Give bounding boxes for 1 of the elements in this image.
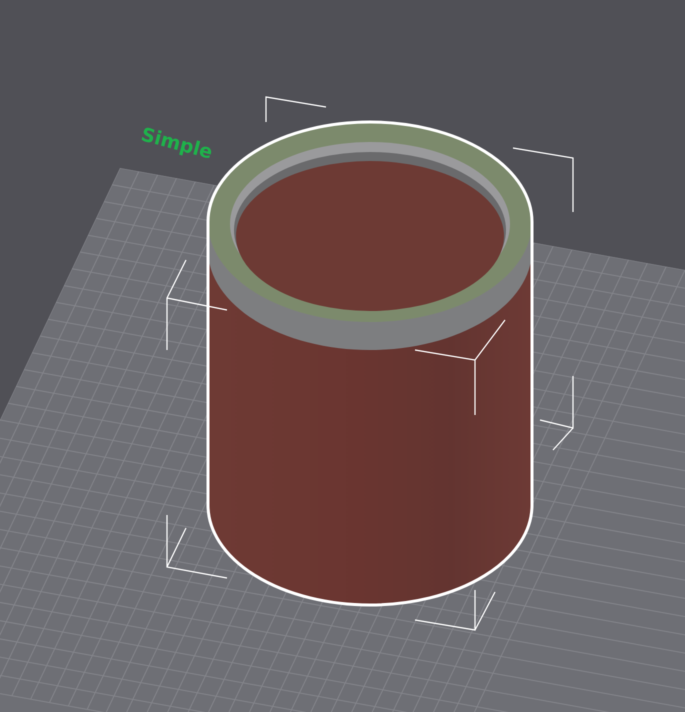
bed-label: Simple — [138, 124, 215, 164]
